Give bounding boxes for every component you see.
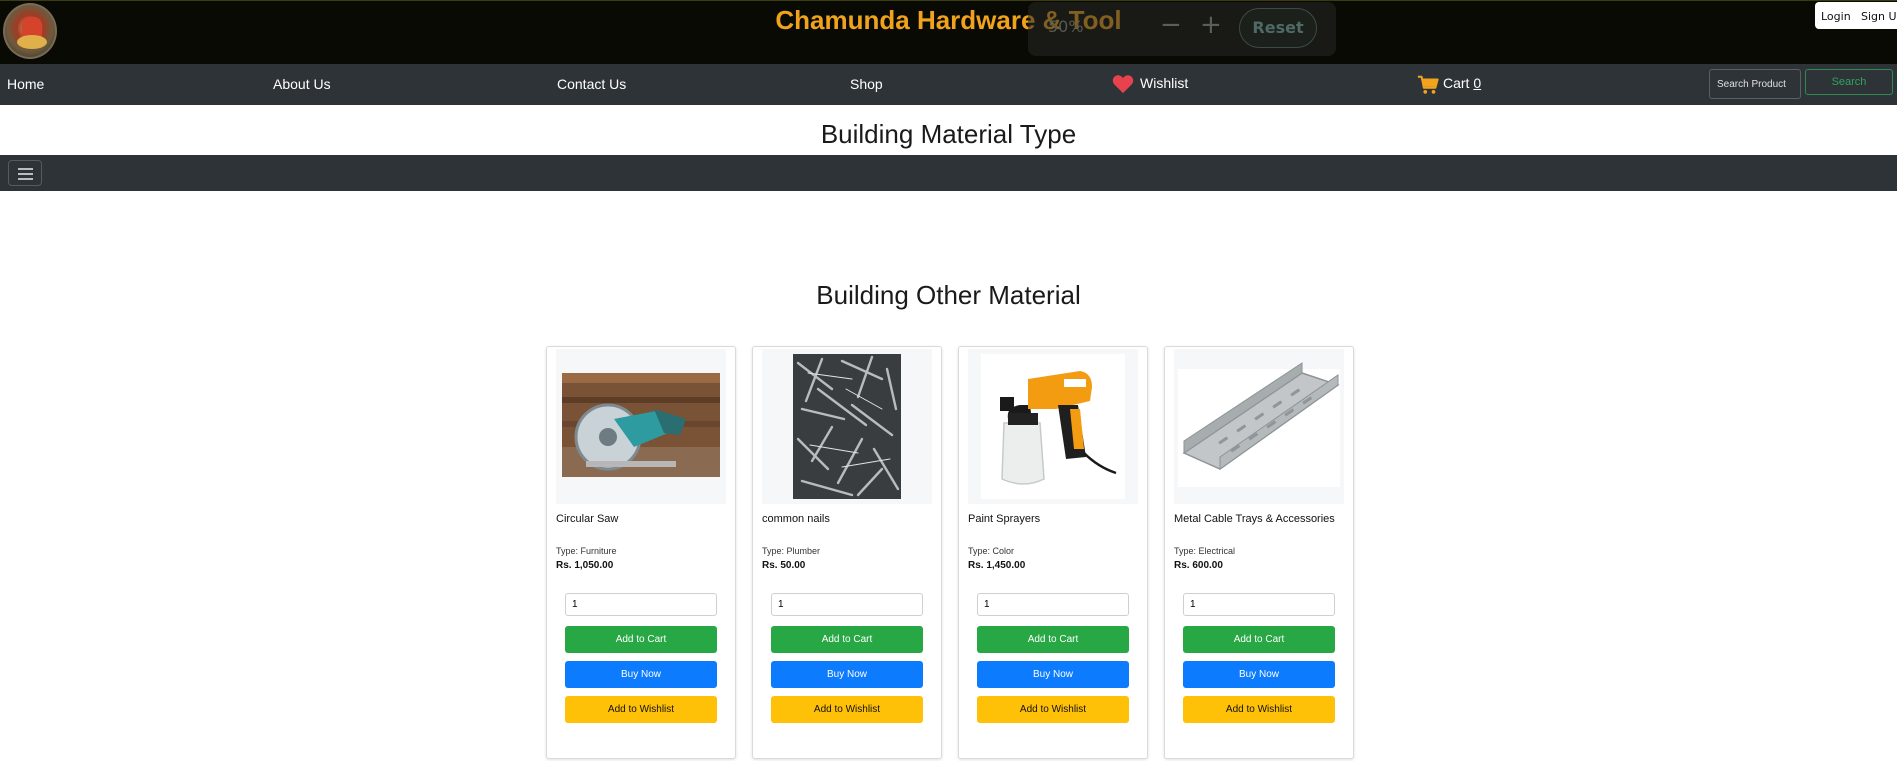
quantity-input[interactable] [977, 593, 1129, 616]
buy-now-button[interactable]: Buy Now [771, 661, 923, 688]
category-navbar [0, 155, 1897, 191]
add-to-wishlist-button[interactable]: Add to Wishlist [1183, 696, 1335, 723]
nav-shop[interactable]: Shop [850, 76, 883, 92]
add-to-cart-button[interactable]: Add to Cart [977, 626, 1129, 653]
heart-icon[interactable] [1112, 74, 1134, 94]
zoom-level: 50% [1048, 17, 1084, 36]
product-price: Rs. 1,450.00 [968, 560, 1026, 571]
zoom-out-button[interactable]: − [1160, 10, 1182, 40]
product-type: Type: Furniture [556, 546, 617, 556]
zoom-in-button[interactable]: + [1200, 10, 1222, 40]
nav-home[interactable]: Home [7, 76, 44, 92]
product-image[interactable] [1174, 349, 1344, 504]
add-to-cart-button[interactable]: Add to Cart [1183, 626, 1335, 653]
product-name[interactable]: common nails [762, 513, 830, 525]
search-button[interactable]: Search [1805, 69, 1893, 95]
paint-sprayer-image [981, 354, 1125, 499]
buy-now-button[interactable]: Buy Now [1183, 661, 1335, 688]
top-header: Chamunda Hardware & Tool 50% − + Reset L… [0, 0, 1897, 64]
add-to-wishlist-button[interactable]: Add to Wishlist [565, 696, 717, 723]
hamburger-icon[interactable] [8, 160, 42, 186]
circular-saw-image [562, 373, 720, 477]
product-card: common nails Type: Plumber Rs. 50.00 Add… [752, 346, 942, 759]
nav-contact[interactable]: Contact Us [557, 76, 626, 92]
product-price: Rs. 600.00 [1174, 560, 1223, 571]
nav-wishlist[interactable]: Wishlist [1140, 75, 1188, 91]
product-price: Rs. 50.00 [762, 560, 806, 571]
cable-tray-image [1178, 362, 1340, 487]
product-image[interactable] [968, 349, 1138, 504]
product-name[interactable]: Paint Sprayers [968, 513, 1040, 525]
cart-icon[interactable] [1417, 74, 1439, 96]
quantity-input[interactable] [565, 593, 717, 616]
product-type: Type: Plumber [762, 546, 821, 556]
quantity-input[interactable] [1183, 593, 1335, 616]
material-type-title: Building Material Type [820, 119, 1077, 149]
cart-label: Cart [1443, 75, 1470, 91]
signup-link[interactable]: Sign Up [1861, 10, 1897, 23]
common-nails-image [793, 354, 901, 499]
nav-cart[interactable]: Cart 0 [1443, 75, 1481, 91]
quantity-input[interactable] [771, 593, 923, 616]
product-type: Type: Color [968, 546, 1015, 556]
product-price: Rs. 1,050.00 [556, 560, 614, 571]
add-to-wishlist-button[interactable]: Add to Wishlist [771, 696, 923, 723]
product-card: Circular Saw Type: Furniture Rs. 1,050.0… [546, 346, 736, 759]
add-to-cart-button[interactable]: Add to Cart [565, 626, 717, 653]
product-type: Type: Electrical [1174, 546, 1236, 556]
product-name[interactable]: Circular Saw [556, 513, 618, 525]
add-to-wishlist-button[interactable]: Add to Wishlist [977, 696, 1129, 723]
product-card: Metal Cable Trays & Accessories Type: El… [1164, 346, 1354, 759]
product-image[interactable] [556, 349, 726, 504]
add-to-cart-button[interactable]: Add to Cart [771, 626, 923, 653]
nav-about[interactable]: About Us [273, 76, 331, 92]
product-name[interactable]: Metal Cable Trays & Accessories [1174, 513, 1335, 525]
product-card: Paint Sprayers Type: Color Rs. 1,450.00 … [958, 346, 1148, 759]
buy-now-button[interactable]: Buy Now [565, 661, 717, 688]
cart-count: 0 [1473, 75, 1482, 91]
login-link[interactable]: Login [1821, 10, 1851, 23]
zoom-reset-button[interactable]: Reset [1239, 8, 1317, 48]
buy-now-button[interactable]: Buy Now [977, 661, 1129, 688]
zoom-overlay: 50% − + Reset [1028, 2, 1336, 56]
search-input[interactable] [1709, 69, 1801, 99]
brand-title: Chamunda Hardware & Tool [775, 5, 1122, 35]
product-image[interactable] [762, 349, 932, 504]
auth-box: Login Sign Up [1815, 2, 1897, 29]
other-material-title: Building Other Material [816, 280, 1081, 310]
